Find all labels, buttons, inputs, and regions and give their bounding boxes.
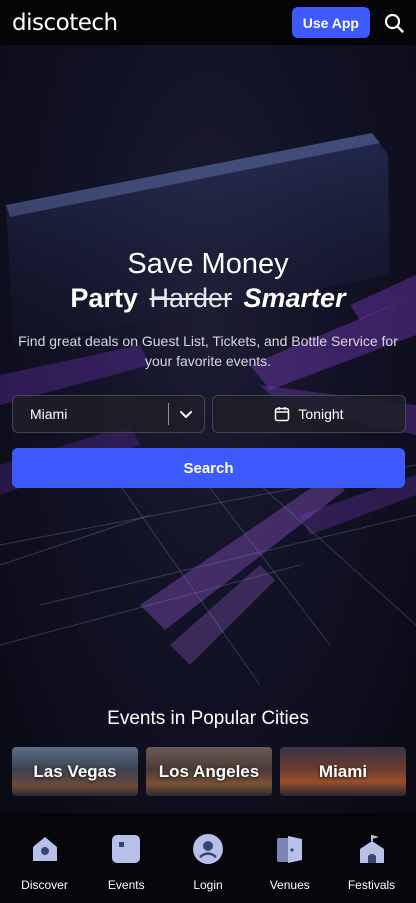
city-card-los-angeles[interactable]: Los Angeles	[146, 747, 272, 796]
popular-cities-title: Events in Popular Cities	[107, 708, 309, 729]
logo[interactable]: discotech	[12, 10, 118, 36]
top-bar: discotech Use App	[0, 0, 416, 45]
chevron-down-icon[interactable]	[177, 405, 195, 423]
city-card-label: Miami	[318, 761, 368, 781]
bottom-navigation: Discover Events Login Venues Festivals	[0, 813, 416, 903]
city-card-las-vegas[interactable]: Las Vegas	[12, 747, 138, 796]
popular-cities-list: Las Vegas Los Angeles Miami	[12, 747, 406, 796]
venues-icon	[274, 833, 306, 865]
calendar-icon	[274, 406, 290, 422]
hero-section: Save Money Party Harder Smarter Find gre…	[0, 45, 416, 813]
festivals-icon	[356, 833, 388, 865]
nav-item-festivals[interactable]: Festivals	[331, 813, 412, 903]
nav-item-discover[interactable]: Discover	[4, 813, 85, 903]
nav-label: Festivals	[347, 878, 396, 892]
events-icon	[110, 833, 142, 865]
headline-prefix: Party	[70, 283, 138, 313]
header-actions: Use App	[291, 7, 404, 38]
nav-label: Login	[193, 878, 223, 892]
city-card-miami[interactable]: Miami	[280, 747, 406, 796]
city-card-label: Las Vegas	[33, 761, 117, 781]
hero-description: Find great deals on Guest List, Tickets,…	[18, 333, 398, 369]
nav-item-venues[interactable]: Venues	[249, 813, 330, 903]
search-icon[interactable]	[384, 13, 404, 33]
city-select-value: Miami	[30, 406, 68, 422]
nav-label: Discover	[21, 878, 68, 892]
use-app-button[interactable]: Use App	[291, 7, 370, 38]
date-select-value: Tonight	[298, 406, 344, 422]
discover-icon	[29, 833, 61, 865]
hero-headline: Save Money	[127, 248, 289, 280]
headline-strikethrough: Harder	[149, 283, 232, 313]
hero-subheadline: Party Harder Smarter	[0, 283, 416, 314]
nav-item-events[interactable]: Events	[86, 813, 167, 903]
select-divider	[168, 403, 169, 425]
nav-item-login[interactable]: Login	[168, 813, 249, 903]
date-select[interactable]: Tonight	[212, 395, 406, 433]
headline-emphasis: Smarter	[243, 283, 346, 313]
nav-label: Venues	[269, 878, 310, 892]
nav-label: Events	[107, 878, 145, 892]
city-card-label: Los Angeles	[158, 761, 260, 781]
search-button[interactable]: Search	[12, 448, 405, 488]
city-select[interactable]: Miami	[12, 395, 205, 433]
login-icon	[192, 833, 224, 865]
